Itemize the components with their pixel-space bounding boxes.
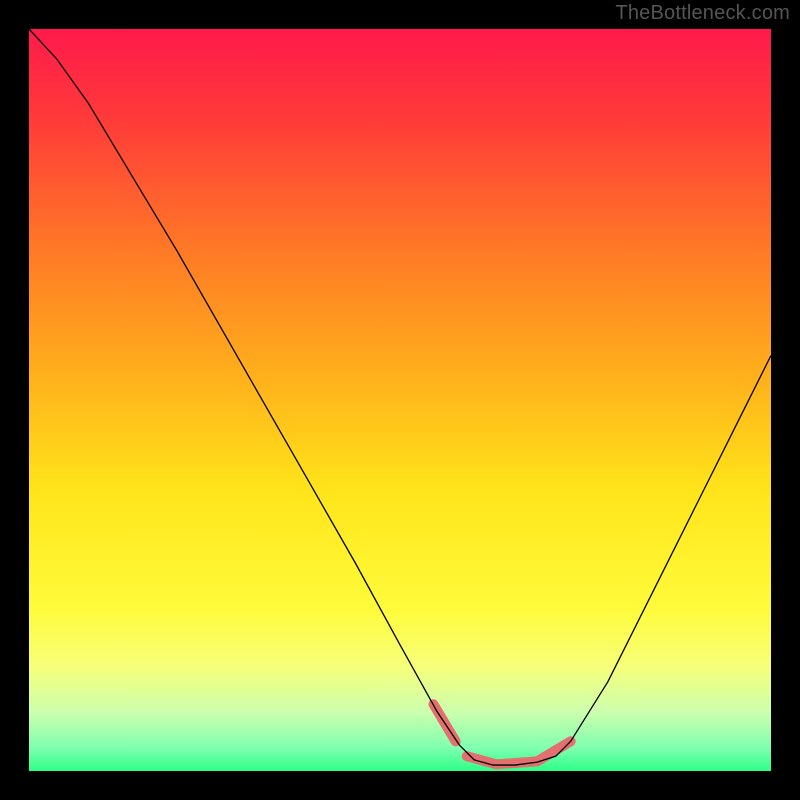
plot-area <box>29 29 771 771</box>
chart-frame: TheBottleneck.com <box>0 0 800 800</box>
gradient-background <box>29 29 771 771</box>
watermark-text: TheBottleneck.com <box>615 2 790 25</box>
chart-svg <box>29 29 771 771</box>
